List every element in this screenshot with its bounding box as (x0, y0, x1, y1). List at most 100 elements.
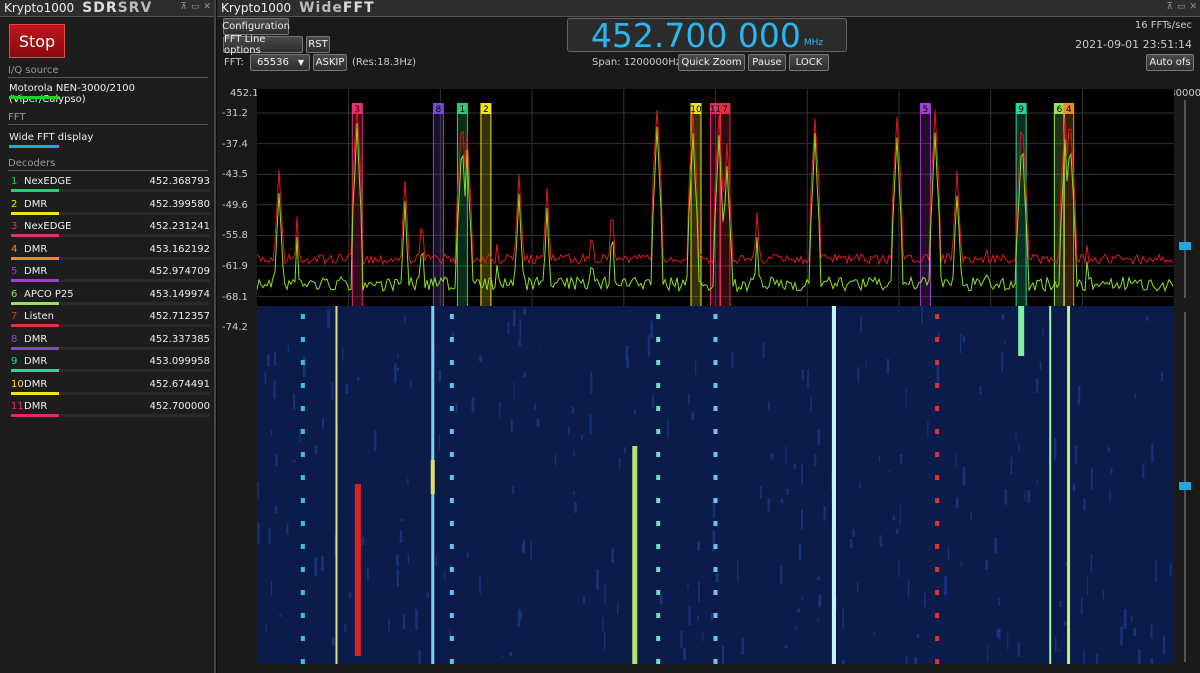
waterfall-noise (449, 630, 451, 637)
waterfall-noise (435, 555, 438, 567)
waterfall-noise (257, 523, 260, 544)
decoder-marker-label: 6 (1056, 105, 1062, 115)
slider-handle[interactable] (1179, 242, 1191, 250)
lock-button[interactable]: LOCK (789, 54, 829, 71)
waterfall-signal (656, 360, 661, 365)
minimize-icon[interactable]: ▭ (191, 2, 200, 12)
waterfall-noise (1004, 489, 1008, 505)
decoder-row[interactable]: 11 DMR 452.700000 (8, 399, 212, 422)
waterfall-noise (914, 656, 918, 664)
waterfall-noise (898, 559, 900, 578)
waterfall-noise (702, 632, 704, 642)
decoder-number: 3 (11, 221, 18, 232)
decoder-row[interactable]: 8 DMR 452.337385 (8, 332, 212, 355)
decoder-frequency: 452.974709 (149, 266, 210, 277)
askip-button[interactable]: ASKIP (313, 54, 347, 71)
waterfall-signal (656, 659, 661, 664)
spectrum-scale-slider[interactable] (1179, 100, 1191, 298)
pause-button[interactable]: Pause (748, 54, 786, 71)
decoder-frequency: 452.674491 (149, 378, 210, 390)
decoder-frequency: 452.368793 (149, 176, 210, 187)
decoder-row[interactable]: 10 DMR 452.674491 (8, 377, 212, 400)
waterfall-noise (652, 393, 654, 409)
wide-fft-item[interactable]: Wide FFT display (9, 132, 93, 143)
decoder-row[interactable]: 2 DMR 452.399580 (8, 197, 212, 220)
decoder-row[interactable]: 9 DMR 453.099958 (8, 354, 212, 377)
quick-zoom-button[interactable]: Quick Zoom (678, 54, 745, 71)
waterfall-noise (905, 388, 907, 410)
minimize-icon[interactable]: ▭ (1177, 2, 1186, 12)
decoder-row[interactable]: 3 NexEDGE 452.231241 (8, 219, 212, 242)
waterfall-noise (1004, 340, 1006, 345)
waterfall-noise (927, 420, 929, 438)
waterfall-scale-slider[interactable] (1179, 312, 1191, 662)
wide-fft-bar (9, 145, 59, 148)
waterfall-signal (713, 521, 718, 526)
waterfall-noise (960, 333, 962, 354)
waterfall-noise (1150, 623, 1153, 639)
fft-size-value: 65536 (257, 57, 289, 68)
configuration-button[interactable]: Configuration (222, 18, 290, 35)
decoder-row[interactable]: 5 DMR 452.974709 (8, 264, 212, 287)
waterfall-signal (713, 360, 718, 365)
waterfall-noise (626, 358, 630, 369)
decoder-row[interactable]: 7 Listen 452.712357 (8, 309, 212, 332)
waterfall-signal (713, 475, 718, 480)
fft-size-select[interactable]: 65536 ▼ (250, 54, 310, 71)
auto-ofs-button[interactable]: Auto ofs (1146, 54, 1194, 71)
waterfall-signal (935, 337, 940, 342)
waterfall-noise (404, 315, 406, 323)
waterfall-noise (321, 555, 324, 572)
waterfall-signal (656, 636, 661, 641)
pin-icon[interactable]: ⊼ (180, 2, 187, 12)
iq-source-item[interactable]: Motorola NEN-3000/2100 (Viper/Calypso) (9, 83, 214, 105)
waterfall-noise (737, 559, 739, 582)
divider (8, 77, 208, 78)
waterfall-noise (623, 447, 626, 453)
waterfall-signal (656, 521, 661, 526)
y-tick-label: -55.8 (222, 230, 248, 242)
close-icon[interactable]: ✕ (1189, 2, 1197, 12)
waterfall-noise (801, 463, 803, 485)
waterfall-signal (935, 567, 940, 572)
stop-button[interactable]: Stop (9, 24, 65, 58)
waterfall-display[interactable] (257, 306, 1174, 664)
waterfall-noise (257, 482, 259, 499)
waterfall-noise (944, 576, 948, 596)
waterfall-noise (582, 596, 585, 604)
waterfall-noise (1137, 649, 1141, 664)
waterfall-noise (841, 659, 845, 664)
slider-handle[interactable] (1179, 482, 1191, 490)
fft-spectrum-plot[interactable]: 3 8 1 2 10 11 7 5 9 6 4 (256, 89, 1174, 328)
waterfall-noise (634, 409, 636, 415)
brand-label: Krypto1000 (221, 1, 292, 15)
waterfall-signal (656, 383, 661, 388)
close-icon[interactable]: ✕ (203, 2, 211, 12)
waterfall-signal (656, 452, 661, 457)
waterfall-noise (1083, 649, 1085, 664)
waterfall-signal (449, 383, 454, 388)
waterfall-noise (807, 369, 809, 389)
decoder-row[interactable]: 6 APCO P25 453.149974 (8, 287, 212, 310)
waterfall-noise (721, 646, 725, 664)
fft-line-options-button[interactable]: FFT Line options (223, 34, 303, 56)
decoder-marker-label: 10 (690, 105, 702, 115)
decoder-name: DMR (24, 333, 48, 345)
waterfall-noise (780, 565, 783, 584)
frequency-display[interactable]: 452.700 000 MHz (567, 16, 847, 55)
waterfall-noise (1110, 468, 1113, 475)
pin-icon[interactable]: ⊼ (1166, 2, 1173, 12)
waterfall-noise (332, 637, 335, 646)
waterfall-noise (426, 592, 429, 598)
decoder-row[interactable]: 1 NexEDGE 452.368793 (8, 174, 212, 197)
rst-button[interactable]: RST (306, 36, 330, 53)
decoder-row[interactable]: 4 DMR 453.162192 (8, 242, 212, 265)
waterfall-noise (512, 310, 516, 327)
decoder-name: DMR (24, 356, 48, 367)
waterfall-signal (300, 360, 305, 365)
waterfall-noise (697, 541, 701, 551)
waterfall-signal (300, 429, 305, 434)
decoder-level-track (60, 369, 210, 372)
chevron-down-icon: ▼ (297, 58, 304, 67)
waterfall-noise (1155, 560, 1157, 582)
